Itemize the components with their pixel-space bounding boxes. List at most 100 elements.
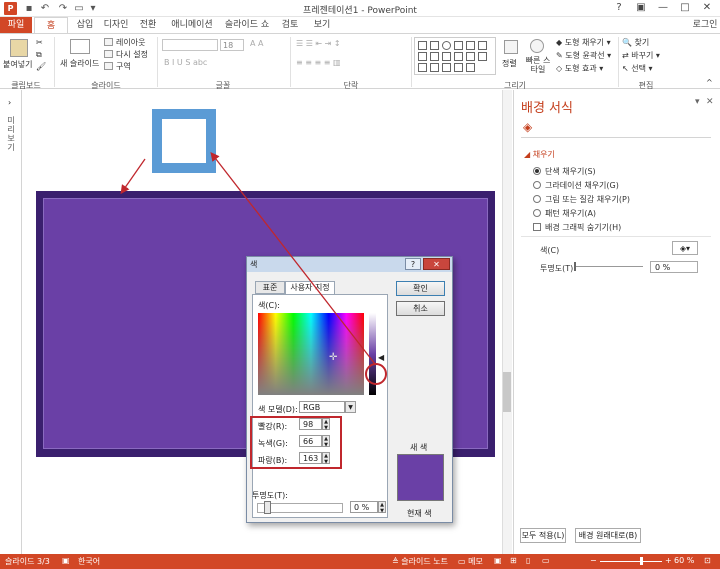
transparency-input[interactable]: 0 % <box>350 501 378 513</box>
zoom-in-icon[interactable]: + <box>665 556 672 565</box>
dialog-help-button[interactable]: ? <box>405 258 421 270</box>
ribbon-display-options-button[interactable]: ▣ <box>630 0 652 16</box>
color-model-select[interactable]: RGB <box>299 401 345 413</box>
tab-transitions[interactable]: 전환 <box>134 17 162 33</box>
color-model-dropdown-icon[interactable]: ▼ <box>345 401 356 413</box>
reading-view-icon[interactable]: ▯ <box>526 556 530 565</box>
dialog-close-button[interactable]: ✕ <box>423 258 450 270</box>
scrollbar-thumb[interactable] <box>503 372 511 412</box>
quick-styles-icon[interactable] <box>530 39 544 53</box>
zoom-slider-thumb[interactable] <box>640 557 643 565</box>
shape-block-arrow-icon[interactable] <box>430 52 439 61</box>
reset-background-button[interactable]: 배경 원래대로(B) <box>575 528 641 543</box>
fill-color-picker-button[interactable]: ◈▾ <box>672 241 698 255</box>
luminance-arrow-icon[interactable]: ◀ <box>378 353 384 362</box>
fill-transparency-input[interactable]: 0 % <box>650 261 698 273</box>
solid-fill-label[interactable]: 단색 채우기(S) <box>545 166 596 177</box>
radio-picture-fill[interactable] <box>533 195 541 203</box>
shape-effects-button[interactable]: ◇ 도형 효과 ▾ <box>556 63 603 74</box>
shapes-gallery[interactable] <box>414 37 496 75</box>
ok-button[interactable]: 확인 <box>396 281 445 296</box>
tab-design[interactable]: 디자인 <box>100 17 132 33</box>
picture-fill-label[interactable]: 그림 또는 질감 채우기(P) <box>545 194 630 205</box>
arrange-icon[interactable] <box>504 40 518 54</box>
normal-view-icon[interactable]: ▣ <box>494 556 502 565</box>
shape-rect-icon[interactable] <box>430 41 439 50</box>
font-grow-icon[interactable]: A A <box>250 39 264 48</box>
language-indicator[interactable]: 한국어 <box>78 556 100 567</box>
shape-more-icon[interactable] <box>478 52 487 61</box>
fill-transparency-slider[interactable] <box>575 266 643 267</box>
fill-transparency-slider-thumb[interactable] <box>574 262 576 271</box>
new-slide-icon[interactable] <box>70 39 90 54</box>
tab-view[interactable]: 보기 <box>308 17 336 33</box>
font-size-combo[interactable]: 18 <box>220 39 244 51</box>
arrange-button[interactable]: 정렬 <box>502 58 517 69</box>
shape-oval-icon[interactable] <box>442 41 451 50</box>
vertical-scrollbar[interactable] <box>502 90 512 554</box>
zoom-out-icon[interactable]: − <box>590 556 597 565</box>
copy-icon[interactable]: ⧉ <box>36 50 42 60</box>
color-spectrum-picker[interactable] <box>258 313 364 395</box>
thumbnail-pane-collapsed[interactable] <box>0 90 22 554</box>
align-icons[interactable]: ≡ ≡ ≡ ≡ ▥ <box>296 58 341 67</box>
notes-button[interactable]: ≜ 슬라이드 노트 <box>392 556 448 567</box>
zoom-level[interactable]: 60 % <box>674 556 694 565</box>
find-button[interactable]: 🔍 찾기 <box>622 37 649 48</box>
section-button[interactable]: 구역 <box>116 61 131 72</box>
tab-home[interactable]: 홈 <box>34 17 68 33</box>
cancel-button[interactable]: 취소 <box>396 301 445 316</box>
paint-bucket-icon[interactable]: ◈ <box>523 120 532 134</box>
quick-styles-button[interactable]: 빠른 스타일 <box>524 56 552 74</box>
tab-file[interactable]: 파일 <box>0 17 32 33</box>
shape-fill-button[interactable]: ◆ 도형 채우기 ▾ <box>556 37 611 48</box>
expand-thumbnails-icon[interactable]: › <box>8 98 11 107</box>
help-button[interactable]: ? <box>608 0 630 16</box>
shape-wave-icon[interactable] <box>454 63 463 72</box>
slideshow-view-icon[interactable]: ▭ <box>542 556 550 565</box>
close-button[interactable]: ✕ <box>696 0 718 16</box>
zoom-slider[interactable] <box>600 561 662 562</box>
paste-button[interactable]: 붙여넣기 <box>3 59 32 70</box>
tab-slideshow[interactable]: 슬라이드 쇼 <box>222 17 272 33</box>
radio-gradient-fill[interactable] <box>533 181 541 189</box>
transparency-spinner[interactable]: ▲ ▼ <box>378 501 386 514</box>
hide-background-checkbox[interactable] <box>533 223 541 231</box>
account-signin[interactable]: 로그인 <box>690 17 720 33</box>
pane-options-icon[interactable]: ▾ <box>695 97 700 107</box>
format-painter-icon[interactable]: 🖌 <box>36 62 46 71</box>
fill-section-header[interactable]: ◢ 채우기 <box>524 149 555 160</box>
replace-button[interactable]: ⇄ 바꾸기 ▾ <box>622 50 660 61</box>
tab-animations[interactable]: 애니메이션 <box>166 17 218 33</box>
pattern-fill-label[interactable]: 패턴 채우기(A) <box>545 208 596 219</box>
fit-slide-icon[interactable]: ⊡ <box>704 556 711 565</box>
shape-star-icon[interactable] <box>442 63 451 72</box>
shape-flowchart-icon[interactable] <box>466 63 475 72</box>
shape-star-icon[interactable] <box>454 52 463 61</box>
shape-triangle-icon[interactable] <box>478 41 487 50</box>
collapse-ribbon-icon[interactable]: ^ <box>706 78 713 87</box>
layout-button[interactable]: 레이아웃 <box>116 37 145 48</box>
font-format-icons[interactable]: B I U S abc <box>164 58 207 67</box>
shape-brace-icon[interactable] <box>430 63 439 72</box>
tab-custom-colors[interactable]: 사용자 지정 <box>285 281 335 294</box>
font-name-combo[interactable] <box>162 39 218 51</box>
cut-icon[interactable]: ✂ <box>36 38 43 47</box>
new-slide-button[interactable]: 새 슬라이드 <box>60 58 99 69</box>
apply-to-all-button[interactable]: 모두 적용(L) <box>520 528 566 543</box>
shape-outline-button[interactable]: ✎ 도형 윤곽선 ▾ <box>556 50 611 61</box>
shape-callout-icon[interactable] <box>466 52 475 61</box>
paste-icon[interactable] <box>10 39 28 57</box>
bullets-icons[interactable]: ☰ ☰ ⇤ ⇥ ↕ <box>296 39 341 48</box>
spellcheck-icon[interactable]: ▣ <box>62 556 70 565</box>
maximize-button[interactable]: □ <box>674 0 696 16</box>
comments-button[interactable]: ▭ 메모 <box>458 556 483 567</box>
tab-insert[interactable]: 삽입 <box>70 17 100 33</box>
hide-background-label[interactable]: 배경 그래픽 숨기기(H) <box>545 222 621 233</box>
transparency-slider-thumb[interactable] <box>264 501 271 514</box>
slide-sorter-icon[interactable]: ⊞ <box>510 556 517 565</box>
shape-arrow-icon[interactable] <box>466 41 475 50</box>
gradient-fill-label[interactable]: 그라데이션 채우기(G) <box>545 180 619 191</box>
tab-review[interactable]: 검토 <box>276 17 304 33</box>
radio-pattern-fill[interactable] <box>533 209 541 217</box>
